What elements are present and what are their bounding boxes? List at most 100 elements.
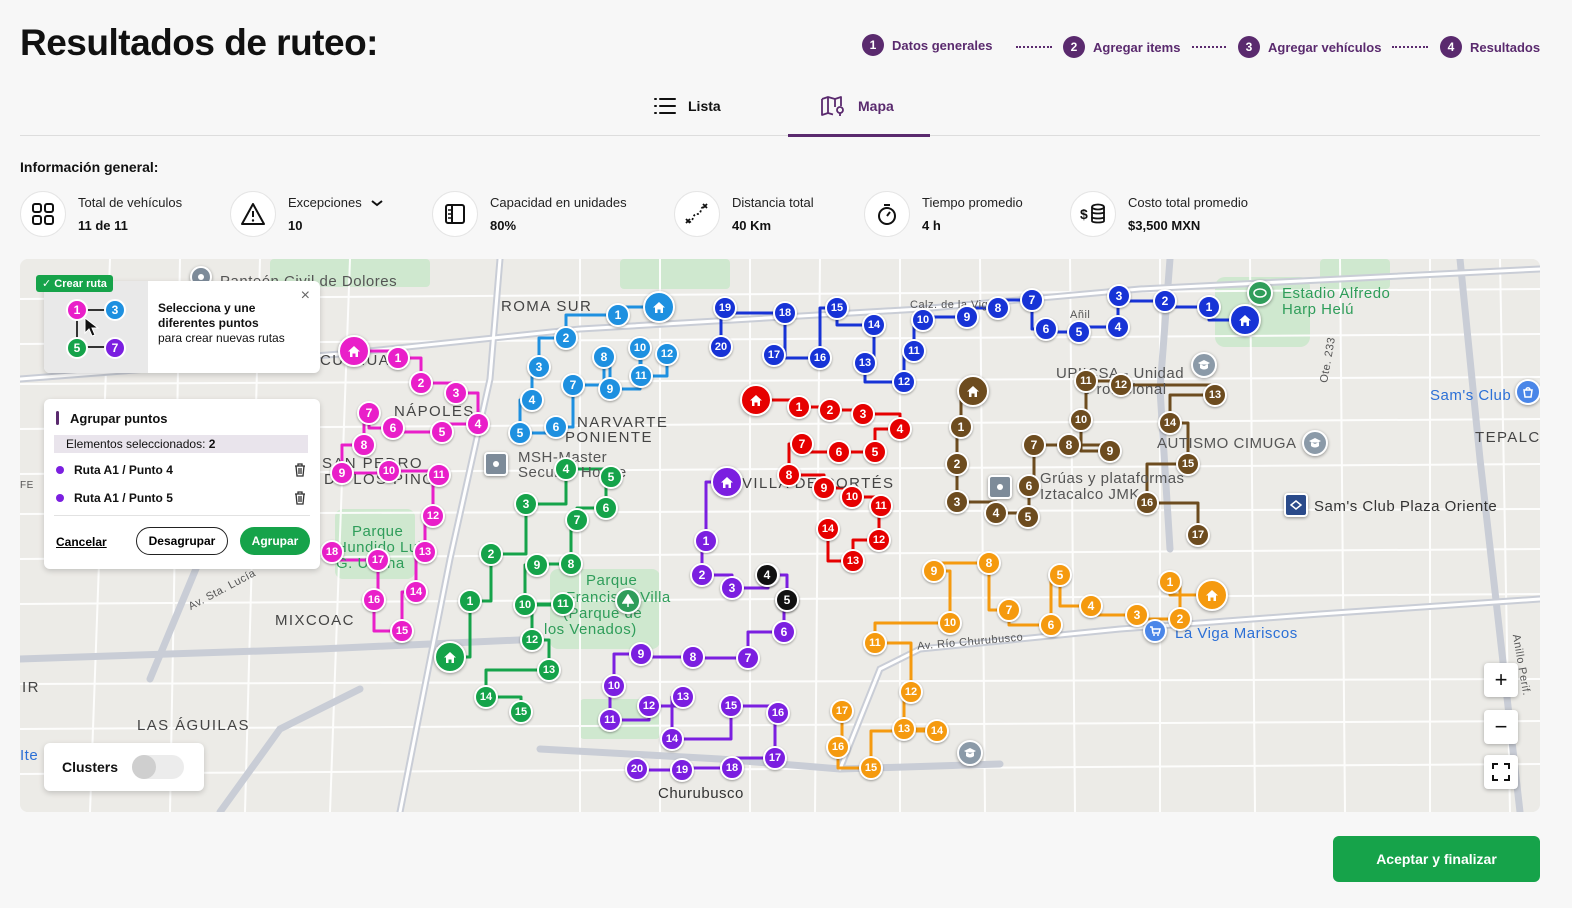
route-stop-marker[interactable]: 5 xyxy=(508,421,532,445)
route-stop-marker[interactable]: 2 xyxy=(409,371,433,395)
route-stop-marker[interactable]: 2 xyxy=(479,542,503,566)
step-resultados[interactable]: 4 Resultados xyxy=(1440,36,1540,58)
route-stop-marker[interactable]: 18 xyxy=(320,540,344,564)
route-stop-marker[interactable]: 4 xyxy=(554,457,578,481)
route-stop-marker[interactable]: 4 xyxy=(520,388,544,412)
route-stop-marker[interactable]: 12 xyxy=(867,528,891,552)
route-stop-marker[interactable]: 4 xyxy=(984,501,1008,525)
depot-home-icon[interactable] xyxy=(711,466,743,498)
route-stop-marker[interactable]: 8 xyxy=(1057,433,1081,457)
route-stop-marker[interactable]: 3 xyxy=(851,402,875,426)
route-stop-marker[interactable]: 14 xyxy=(474,685,498,709)
route-stop-marker[interactable]: 20 xyxy=(625,757,649,781)
route-stop-marker[interactable]: 12 xyxy=(520,628,544,652)
depot-home-icon[interactable] xyxy=(740,384,772,416)
route-stop-marker[interactable]: 11 xyxy=(869,494,893,518)
route-stop-marker[interactable]: 13 xyxy=(1203,383,1227,407)
route-stop-marker[interactable]: 15 xyxy=(719,694,743,718)
depot-home-icon[interactable] xyxy=(957,375,989,407)
ungroup-button[interactable]: Desagrupar xyxy=(136,527,228,555)
route-stop-marker[interactable]: 11 xyxy=(629,364,653,388)
route-stop-marker[interactable]: 6 xyxy=(1034,317,1058,341)
route-stop-marker[interactable]: 3 xyxy=(720,576,744,600)
tab-mapa[interactable]: Mapa xyxy=(820,92,894,120)
route-stop-marker[interactable]: 10 xyxy=(911,308,935,332)
route-stop-marker[interactable]: 4 xyxy=(1106,315,1130,339)
route-stop-marker[interactable]: 2 xyxy=(945,452,969,476)
route-stop-marker[interactable]: 11 xyxy=(1074,369,1098,393)
route-stop-marker[interactable]: 12 xyxy=(1109,373,1133,397)
route-stop-marker[interactable]: 7 xyxy=(357,401,381,425)
route-stop-marker[interactable]: 9 xyxy=(598,377,622,401)
route-stop-marker[interactable]: 6 xyxy=(381,416,405,440)
route-stop-marker[interactable]: 8 xyxy=(977,551,1001,575)
route-stop-marker[interactable]: 11 xyxy=(427,463,451,487)
trash-icon[interactable] xyxy=(294,491,306,505)
route-stop-marker[interactable]: 8 xyxy=(559,552,583,576)
route-stop-marker[interactable]: 13 xyxy=(853,351,877,375)
stat-excepciones[interactable]: Excepciones 10 xyxy=(230,190,384,238)
route-stop-marker[interactable]: 15 xyxy=(390,619,414,643)
route-stop-marker[interactable]: 16 xyxy=(826,735,850,759)
route-stop-marker[interactable]: 14 xyxy=(816,517,840,541)
route-stop-marker[interactable]: 5 xyxy=(1048,563,1072,587)
school-icon[interactable] xyxy=(957,740,983,766)
route-stop-marker[interactable]: 6 xyxy=(1017,474,1041,498)
route-stop-marker[interactable]: 3 xyxy=(514,492,538,516)
route-stop-marker[interactable]: 8 xyxy=(777,463,801,487)
route-stop-marker[interactable]: 13 xyxy=(892,717,916,741)
route-stop-marker[interactable]: 3 xyxy=(945,490,969,514)
route-stop-marker[interactable]: 16 xyxy=(808,346,832,370)
business-icon[interactable] xyxy=(988,475,1012,499)
route-stop-marker[interactable]: 2 xyxy=(554,326,578,350)
route-stop-marker[interactable]: 13 xyxy=(841,549,865,573)
route-stop-marker[interactable]: 10 xyxy=(628,336,652,360)
store-icon[interactable] xyxy=(1284,493,1308,517)
route-stop-marker[interactable]: 8 xyxy=(986,296,1010,320)
route-stop-marker[interactable]: 12 xyxy=(421,504,445,528)
route-stop-marker[interactable]: 5 xyxy=(1016,505,1040,529)
route-stop-marker[interactable]: 9 xyxy=(330,461,354,485)
route-stop-marker[interactable]: 9 xyxy=(525,553,549,577)
route-stop-marker[interactable]: 9 xyxy=(812,476,836,500)
route-stop-marker[interactable]: 14 xyxy=(862,313,886,337)
route-stop-marker[interactable]: 3 xyxy=(444,381,468,405)
route-stop-marker[interactable]: 7 xyxy=(1020,288,1044,312)
route-stop-marker[interactable]: 5 xyxy=(1067,320,1091,344)
route-stop-marker[interactable]: 9 xyxy=(955,305,979,329)
route-stop-marker[interactable]: 6 xyxy=(772,620,796,644)
route-stop-marker[interactable]: 1 xyxy=(949,415,973,439)
route-stop-marker[interactable]: 4 xyxy=(755,563,779,587)
route-stop-marker[interactable]: 4 xyxy=(888,417,912,441)
depot-home-icon[interactable] xyxy=(434,641,466,673)
route-stop-marker[interactable]: 1 xyxy=(694,529,718,553)
route-stop-marker[interactable]: 3 xyxy=(527,355,551,379)
route-map[interactable]: Panteón Civil de Dolores ROMA SUR NÁPOLE… xyxy=(20,259,1540,812)
step-agregar-vehiculos[interactable]: 3 Agregar vehículos xyxy=(1238,36,1381,58)
route-stop-marker[interactable]: 2 xyxy=(1168,607,1192,631)
route-stop-marker[interactable]: 2 xyxy=(1153,289,1177,313)
cancel-button[interactable]: Cancelar xyxy=(56,535,107,549)
route-stop-marker[interactable]: 14 xyxy=(1158,411,1182,435)
group-button[interactable]: Agrupar xyxy=(240,527,310,555)
route-stop-marker[interactable]: 8 xyxy=(592,345,616,369)
fullscreen-button[interactable] xyxy=(1484,755,1518,789)
route-stop-marker[interactable]: 7 xyxy=(1022,433,1046,457)
route-stop-marker[interactable]: 17 xyxy=(763,746,787,770)
route-stop-marker[interactable]: 7 xyxy=(736,646,760,670)
route-stop-marker[interactable]: 14 xyxy=(660,727,684,751)
depot-home-icon[interactable] xyxy=(643,291,675,323)
route-stop-marker[interactable]: 11 xyxy=(863,631,887,655)
route-stop-marker[interactable]: 6 xyxy=(594,496,618,520)
route-stop-marker[interactable]: 17 xyxy=(830,699,854,723)
route-stop-marker[interactable]: 10 xyxy=(602,674,626,698)
route-stop-marker[interactable]: 13 xyxy=(671,685,695,709)
route-stop-marker[interactable]: 11 xyxy=(902,339,926,363)
route-stop-marker[interactable]: 5 xyxy=(430,420,454,444)
school-icon[interactable] xyxy=(1191,352,1217,378)
route-stop-marker[interactable]: 3 xyxy=(1125,603,1149,627)
business-icon[interactable] xyxy=(484,452,508,476)
route-stop-marker[interactable]: 4 xyxy=(466,412,490,436)
route-stop-marker[interactable]: 9 xyxy=(1098,439,1122,463)
route-stop-marker[interactable]: 7 xyxy=(790,432,814,456)
